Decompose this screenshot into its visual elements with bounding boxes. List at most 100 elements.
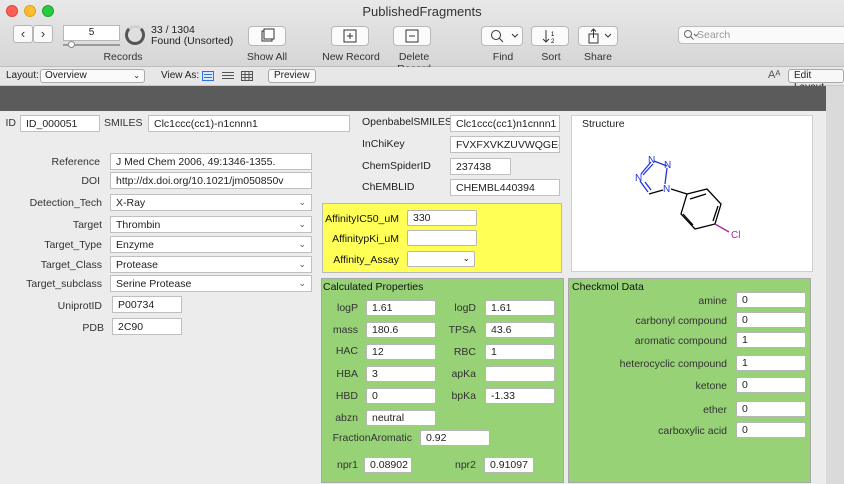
show-all-button[interactable] xyxy=(248,26,286,46)
tpsa-field[interactable]: 43.6 xyxy=(485,322,555,338)
hbd-field[interactable]: 0 xyxy=(366,388,436,404)
pki-label: AffinitypKi_uM xyxy=(332,233,399,245)
new-record-label: New Record xyxy=(322,51,380,63)
back-arrow-icon[interactable]: ‹ xyxy=(13,25,33,43)
mass-field[interactable]: 180.6 xyxy=(366,322,436,338)
atom-n1: N xyxy=(635,173,642,184)
aromatic-field[interactable]: 1 xyxy=(736,332,806,348)
ether-label: ether xyxy=(703,404,727,416)
header-band xyxy=(0,86,826,111)
calc-title: Calculated Properties xyxy=(323,281,424,293)
apka-field[interactable] xyxy=(485,366,555,382)
target-subclass-select[interactable]: Serine Protease ⌄ xyxy=(110,275,312,292)
atom-n2: N xyxy=(648,155,655,166)
smiles-label: SMILES xyxy=(104,117,143,129)
carbonyl-field[interactable]: 0 xyxy=(736,312,806,328)
carboxylic-field[interactable]: 0 xyxy=(736,422,806,438)
chevron-down-icon: ⌄ xyxy=(462,253,470,263)
target-class-label: Target_Class xyxy=(40,259,102,271)
chemspider-field[interactable]: 237438 xyxy=(450,158,511,175)
pdb-label: PDB xyxy=(82,322,104,334)
logd-field[interactable]: 1.61 xyxy=(485,300,555,316)
smiles-field[interactable]: Clc1ccc(cc1)-n1cnnn1 xyxy=(148,115,350,132)
edit-layout-button[interactable]: Edit Layout xyxy=(788,69,844,93)
layout-select[interactable]: Overview ⌄ xyxy=(40,69,145,83)
target-select[interactable]: Thrombin ⌄ xyxy=(110,216,312,233)
find-button[interactable] xyxy=(481,26,523,46)
target-class-select[interactable]: Protease ⌄ xyxy=(110,256,312,273)
pdb-field[interactable]: 2C90 xyxy=(112,318,182,335)
logp-label: logP xyxy=(336,302,358,314)
forward-arrow-icon[interactable]: › xyxy=(33,25,53,43)
target-class-value: Protease xyxy=(116,259,159,271)
detection-tech-select[interactable]: X-Ray ⌄ xyxy=(110,194,312,211)
rbc-field[interactable]: 1 xyxy=(485,344,555,360)
fraction-aromatic-label: FractionAromatic xyxy=(332,432,412,444)
ic50-field[interactable]: 330 xyxy=(407,210,477,226)
inchikey-field[interactable]: FVXFXVKZUVWQGE- xyxy=(450,136,560,153)
target-type-select[interactable]: Enzyme ⌄ xyxy=(110,236,312,253)
list-view-icon[interactable] xyxy=(222,71,234,81)
target-type-value: Enzyme xyxy=(116,239,154,251)
search-input[interactable]: Search xyxy=(678,26,844,44)
ketone-label: ketone xyxy=(695,380,727,392)
hac-field[interactable]: 12 xyxy=(366,344,436,360)
search-placeholder: Search xyxy=(697,29,731,41)
form-view-icon[interactable] xyxy=(202,71,214,81)
heterocyclic-label: heterocyclic compound xyxy=(619,358,727,370)
npr2-field[interactable]: 0.91097 xyxy=(484,457,534,473)
layout-label: Layout: xyxy=(6,70,39,81)
aromatic-label: aromatic compound xyxy=(634,335,727,347)
bpka-field[interactable]: -1.33 xyxy=(485,388,555,404)
chevron-down-icon: ⌄ xyxy=(298,278,306,288)
structure-label: Structure xyxy=(582,118,625,130)
logd-label: logD xyxy=(454,302,476,314)
hba-label: HBA xyxy=(336,368,358,380)
pki-field[interactable] xyxy=(407,230,477,246)
hba-field[interactable]: 3 xyxy=(366,366,436,382)
hac-label: HAC xyxy=(335,345,358,357)
text-size-icon[interactable]: Aᴬ xyxy=(768,69,780,81)
doi-field[interactable]: http://dx.doi.org/10.1021/jm050850v xyxy=(110,172,312,189)
amine-field[interactable]: 0 xyxy=(736,292,806,308)
target-label: Target xyxy=(72,219,102,231)
delete-record-button[interactable] xyxy=(393,26,431,46)
obsmiles-label: OpenbabelSMILES xyxy=(362,116,452,128)
reference-label: Reference xyxy=(51,156,100,168)
id-label: ID xyxy=(5,117,17,129)
doi-label: DOI xyxy=(81,175,100,187)
preview-button[interactable]: Preview xyxy=(268,69,316,83)
target-subclass-label: Target_subclass xyxy=(26,278,102,290)
heterocyclic-field[interactable]: 1 xyxy=(736,355,806,371)
abzn-label: abzn xyxy=(335,412,358,424)
show-all-label: Show All xyxy=(246,51,288,63)
window-toolbar: PublishedFragments ‹ › 5 Records 33 / 13… xyxy=(0,0,844,75)
id-field[interactable]: ID_000051 xyxy=(20,115,100,132)
npr1-field[interactable]: 0.08902 xyxy=(364,457,412,473)
record-number-field[interactable]: 5 xyxy=(63,25,120,41)
npr2-label: npr2 xyxy=(454,459,476,471)
share-button[interactable] xyxy=(578,26,618,46)
assay-select[interactable]: ⌄ xyxy=(407,251,475,267)
assay-label: Affinity_Assay xyxy=(333,254,399,266)
logp-field[interactable]: 1.61 xyxy=(366,300,436,316)
records-label: Records xyxy=(103,51,143,63)
record-slider-thumb[interactable] xyxy=(68,41,75,48)
table-view-icon[interactable] xyxy=(241,71,253,81)
target-type-label: Target_Type xyxy=(44,239,102,251)
ketone-field[interactable]: 0 xyxy=(736,377,806,393)
obsmiles-field[interactable]: Clc1ccc(cc1)n1cnnn1 xyxy=(450,115,560,132)
fraction-aromatic-field[interactable]: 0.92 xyxy=(420,430,490,446)
ether-field[interactable]: 0 xyxy=(736,401,806,417)
chevron-down-icon: ⌄ xyxy=(298,259,306,269)
amine-label: amine xyxy=(698,295,727,307)
sort-button[interactable]: 12 xyxy=(531,26,569,46)
chembl-field[interactable]: CHEMBL440394 xyxy=(450,179,560,196)
uniprot-field[interactable]: P00734 xyxy=(112,296,182,313)
share-label: Share xyxy=(583,51,613,63)
sort-label: Sort xyxy=(541,51,561,63)
reference-field[interactable]: J Med Chem 2006, 49:1346-1355. xyxy=(110,153,312,170)
new-record-button[interactable] xyxy=(331,26,369,46)
rbc-label: RBC xyxy=(453,346,476,358)
abzn-field[interactable]: neutral xyxy=(366,410,436,426)
